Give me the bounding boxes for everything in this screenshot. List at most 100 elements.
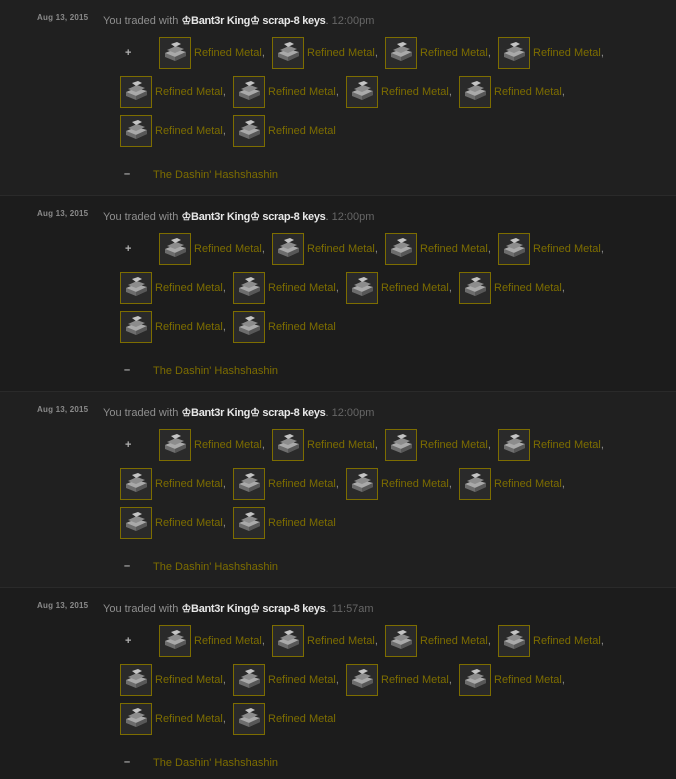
given-item[interactable]: The Dashin' Hashshashin <box>153 757 278 769</box>
given-item[interactable]: The Dashin' Hashshashin <box>153 365 278 377</box>
received-item[interactable]: Refined Metal <box>233 311 336 343</box>
item-thumbnail[interactable] <box>459 468 491 500</box>
item-thumbnail[interactable] <box>272 37 304 69</box>
item-name[interactable]: Refined Metal <box>155 674 223 686</box>
item-thumbnail[interactable] <box>459 272 491 304</box>
item-thumbnail[interactable] <box>120 272 152 304</box>
item-name[interactable]: Refined Metal <box>533 47 601 59</box>
item-name[interactable]: Refined Metal <box>268 321 336 333</box>
item-name[interactable]: Refined Metal <box>307 243 375 255</box>
received-item[interactable]: Refined Metal, <box>159 429 265 461</box>
item-name[interactable]: Refined Metal <box>268 125 336 137</box>
item-name[interactable]: Refined Metal <box>268 674 336 686</box>
item-thumbnail[interactable] <box>498 625 530 657</box>
received-item[interactable]: Refined Metal, <box>498 625 604 657</box>
item-name[interactable]: Refined Metal <box>194 243 262 255</box>
received-item[interactable]: Refined Metal, <box>459 468 565 500</box>
item-name[interactable]: Refined Metal <box>381 674 449 686</box>
item-name[interactable]: Refined Metal <box>494 86 562 98</box>
trade-partner-name[interactable]: ♔Bant3r King♔ scrap-8 keys <box>181 603 325 615</box>
item-thumbnail[interactable] <box>272 233 304 265</box>
item-name[interactable]: Refined Metal <box>268 478 336 490</box>
item-thumbnail[interactable] <box>233 664 265 696</box>
item-thumbnail[interactable] <box>159 625 191 657</box>
received-item[interactable]: Refined Metal, <box>385 429 491 461</box>
item-name[interactable]: Refined Metal <box>268 713 336 725</box>
item-thumbnail[interactable] <box>120 76 152 108</box>
item-name[interactable]: Refined Metal <box>307 47 375 59</box>
item-name[interactable]: Refined Metal <box>420 47 488 59</box>
received-item[interactable]: Refined Metal, <box>233 664 339 696</box>
received-item[interactable]: Refined Metal, <box>233 468 339 500</box>
item-name[interactable]: Refined Metal <box>268 86 336 98</box>
item-thumbnail[interactable] <box>346 272 378 304</box>
received-item[interactable]: Refined Metal, <box>385 37 491 69</box>
received-item[interactable]: Refined Metal, <box>346 272 452 304</box>
item-thumbnail[interactable] <box>159 233 191 265</box>
item-thumbnail[interactable] <box>159 429 191 461</box>
item-name[interactable]: Refined Metal <box>494 674 562 686</box>
received-item[interactable]: Refined Metal, <box>120 507 226 539</box>
item-name[interactable]: Refined Metal <box>494 478 562 490</box>
item-thumbnail[interactable] <box>385 37 417 69</box>
item-thumbnail[interactable] <box>120 115 152 147</box>
item-thumbnail[interactable] <box>385 429 417 461</box>
item-thumbnail[interactable] <box>459 664 491 696</box>
item-thumbnail[interactable] <box>233 272 265 304</box>
received-item[interactable]: Refined Metal, <box>120 272 226 304</box>
item-thumbnail[interactable] <box>233 311 265 343</box>
item-name[interactable]: Refined Metal <box>268 282 336 294</box>
given-item[interactable]: The Dashin' Hashshashin <box>153 169 278 181</box>
item-thumbnail[interactable] <box>459 76 491 108</box>
trade-partner-name[interactable]: ♔Bant3r King♔ scrap-8 keys <box>181 211 325 223</box>
item-name[interactable]: Refined Metal <box>381 478 449 490</box>
item-thumbnail[interactable] <box>498 429 530 461</box>
trade-partner-name[interactable]: ♔Bant3r King♔ scrap-8 keys <box>181 15 325 27</box>
received-item[interactable]: Refined Metal, <box>159 37 265 69</box>
item-name[interactable]: Refined Metal <box>533 635 601 647</box>
item-name[interactable]: Refined Metal <box>307 635 375 647</box>
item-name[interactable]: Refined Metal <box>381 86 449 98</box>
item-thumbnail[interactable] <box>233 76 265 108</box>
item-name[interactable]: Refined Metal <box>155 478 223 490</box>
received-item[interactable]: Refined Metal, <box>272 37 378 69</box>
received-item[interactable]: Refined Metal, <box>120 76 226 108</box>
received-item[interactable]: Refined Metal, <box>233 272 339 304</box>
trade-partner-name[interactable]: ♔Bant3r King♔ scrap-8 keys <box>181 407 325 419</box>
received-item[interactable]: Refined Metal, <box>272 625 378 657</box>
received-item[interactable]: Refined Metal, <box>459 272 565 304</box>
received-item[interactable]: Refined Metal, <box>385 625 491 657</box>
item-name[interactable]: Refined Metal <box>155 282 223 294</box>
given-item[interactable]: The Dashin' Hashshashin <box>153 561 278 573</box>
item-name[interactable]: Refined Metal <box>381 282 449 294</box>
received-item[interactable]: Refined Metal <box>233 115 336 147</box>
item-name[interactable]: Refined Metal <box>533 243 601 255</box>
item-name[interactable]: Refined Metal <box>155 125 223 137</box>
received-item[interactable]: Refined Metal, <box>120 468 226 500</box>
received-item[interactable]: Refined Metal <box>233 507 336 539</box>
item-thumbnail[interactable] <box>120 507 152 539</box>
item-name[interactable]: Refined Metal <box>155 713 223 725</box>
received-item[interactable]: Refined Metal, <box>120 311 226 343</box>
item-thumbnail[interactable] <box>233 703 265 735</box>
received-item[interactable]: Refined Metal, <box>346 468 452 500</box>
received-item[interactable]: Refined Metal, <box>233 76 339 108</box>
received-item[interactable]: Refined Metal, <box>346 664 452 696</box>
item-thumbnail[interactable] <box>346 468 378 500</box>
item-thumbnail[interactable] <box>233 507 265 539</box>
received-item[interactable]: Refined Metal, <box>498 429 604 461</box>
received-item[interactable]: Refined Metal, <box>120 664 226 696</box>
item-name[interactable]: Refined Metal <box>420 635 488 647</box>
item-thumbnail[interactable] <box>498 37 530 69</box>
item-thumbnail[interactable] <box>120 311 152 343</box>
item-thumbnail[interactable] <box>159 37 191 69</box>
received-item[interactable]: Refined Metal, <box>120 115 226 147</box>
received-item[interactable]: Refined Metal, <box>459 76 565 108</box>
item-name[interactable]: Refined Metal <box>268 517 336 529</box>
received-item[interactable]: Refined Metal <box>233 703 336 735</box>
item-name[interactable]: Refined Metal <box>155 321 223 333</box>
received-item[interactable]: Refined Metal, <box>385 233 491 265</box>
received-item[interactable]: Refined Metal, <box>498 233 604 265</box>
item-thumbnail[interactable] <box>385 233 417 265</box>
received-item[interactable]: Refined Metal, <box>272 429 378 461</box>
